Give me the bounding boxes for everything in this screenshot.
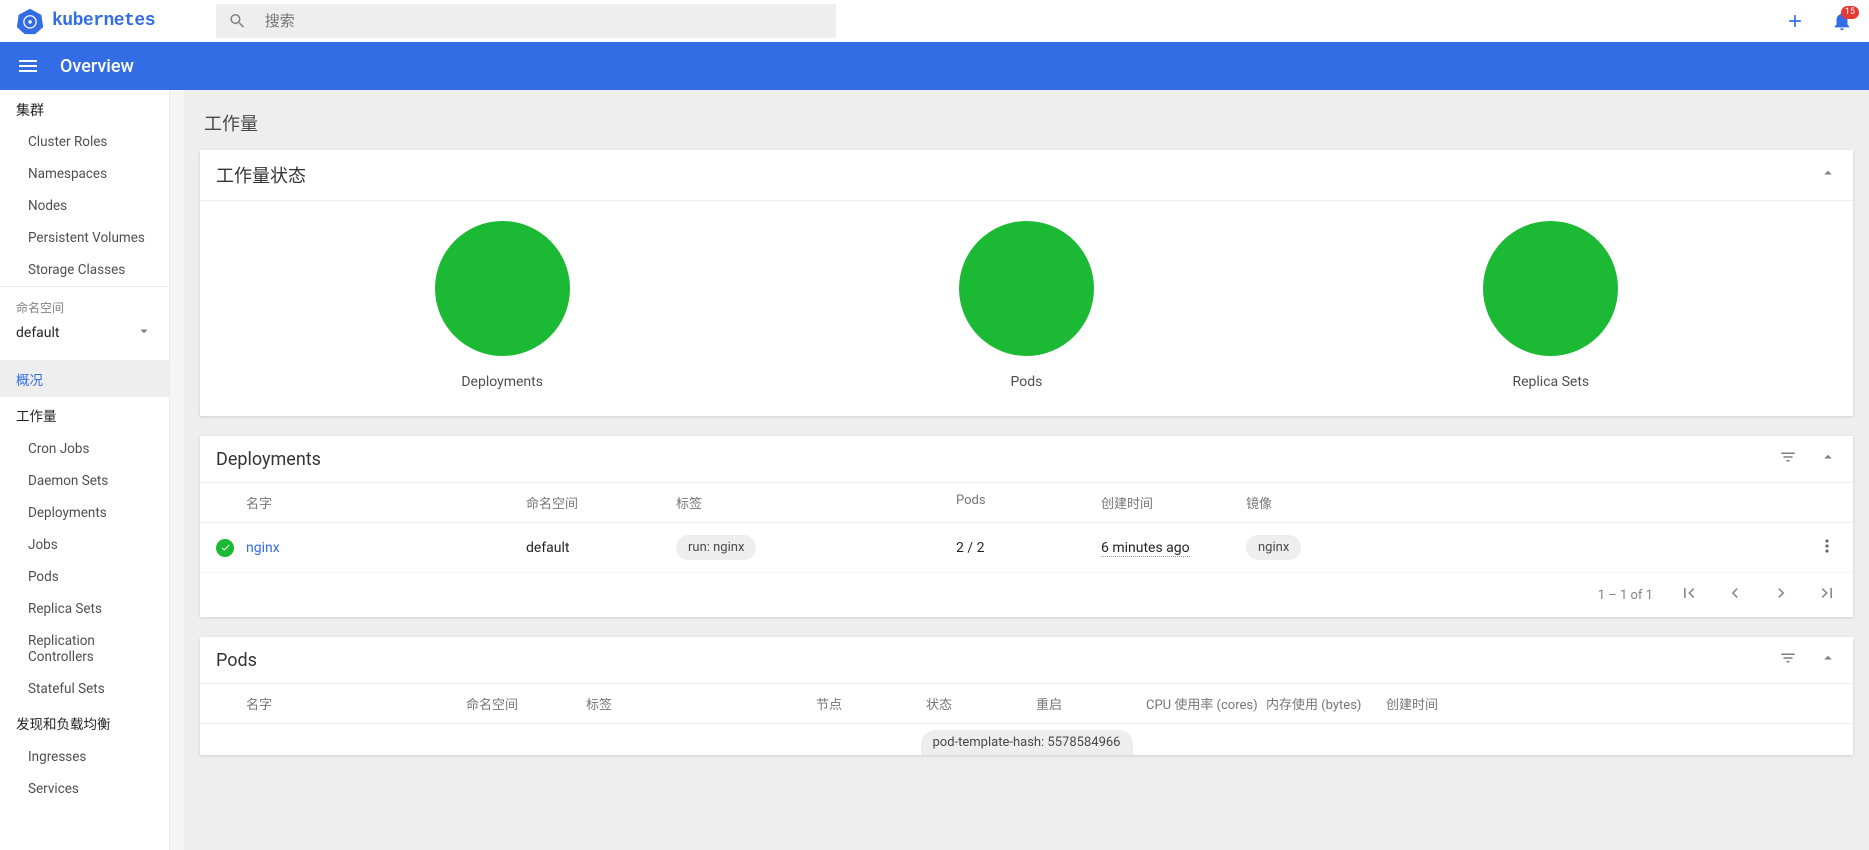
chevron-down-icon	[135, 322, 153, 344]
status-label: Deployments	[461, 374, 543, 390]
cell-pods: 2 / 2	[956, 540, 1101, 556]
col-pods: Pods	[956, 493, 1101, 512]
pods-card: Pods 名字 命名空间 标签 节点 状态 重启 CPU 使用率 (cores)…	[200, 637, 1853, 755]
workload-status-card: 工作量状态 Deployments Pods Replica Sets	[200, 150, 1853, 416]
col-restarts: 重启	[1036, 694, 1146, 713]
sidebar-item-cluster-4[interactable]: Storage Classes	[0, 254, 169, 286]
status-chart-deployments: Deployments	[435, 221, 570, 390]
sidebar-item-discovery-1[interactable]: Services	[0, 773, 169, 805]
collapse-icon[interactable]	[1819, 649, 1837, 671]
pods-table-header: 名字 命名空间 标签 节点 状态 重启 CPU 使用率 (cores) 内存使用…	[200, 684, 1853, 724]
col-labels: 标签	[676, 493, 956, 512]
sidebar-item-cluster-3[interactable]: Persistent Volumes	[0, 222, 169, 254]
collapse-icon[interactable]	[1819, 164, 1837, 186]
search-box[interactable]	[216, 4, 836, 38]
label-chip: run: nginx	[676, 535, 756, 560]
namespace-select[interactable]: default	[0, 318, 169, 354]
col-cpu: CPU 使用率 (cores)	[1146, 694, 1266, 713]
card-title-deployments: Deployments	[216, 449, 1779, 470]
namespace-value: default	[16, 325, 60, 341]
sidebar-head-cluster: 集群	[0, 90, 169, 126]
k8s-logo-icon	[16, 7, 44, 35]
sidebar-item-workload-7[interactable]: Stateful Sets	[0, 673, 169, 705]
sidebar: 集群 Cluster RolesNamespacesNodesPersisten…	[0, 90, 170, 850]
filter-icon[interactable]	[1779, 448, 1797, 470]
deployments-pager: 1 – 1 of 1	[200, 573, 1853, 617]
filter-icon[interactable]	[1779, 649, 1797, 671]
sidebar-item-cluster-0[interactable]: Cluster Roles	[0, 126, 169, 158]
col-status: 状态	[926, 694, 1036, 713]
sidebar-head-workload[interactable]: 工作量	[0, 397, 169, 433]
donut-chart	[1483, 221, 1618, 356]
pager-next-icon[interactable]	[1771, 583, 1791, 607]
sidebar-item-workload-6[interactable]: Replication Controllers	[0, 625, 169, 673]
action-bar: Overview	[0, 42, 1869, 90]
notification-badge: 15	[1841, 6, 1859, 19]
search-input[interactable]	[265, 13, 824, 30]
status-label: Pods	[1011, 374, 1043, 390]
status-chart-pods: Pods	[959, 221, 1094, 390]
donut-chart	[435, 221, 570, 356]
sidebar-scrollbar[interactable]	[170, 90, 184, 850]
page-title: Overview	[60, 56, 134, 77]
col-namespace: 命名空间	[466, 694, 586, 713]
namespace-label: 命名空间	[0, 293, 169, 318]
sidebar-item-workload-5[interactable]: Replica Sets	[0, 593, 169, 625]
cell-created: 6 minutes ago	[1101, 540, 1190, 557]
pager-range: 1 – 1 of 1	[1598, 588, 1653, 603]
sidebar-item-overview[interactable]: 概况	[0, 361, 169, 397]
deployment-link[interactable]: nginx	[246, 540, 280, 556]
sidebar-item-workload-2[interactable]: Deployments	[0, 497, 169, 529]
search-icon	[228, 11, 247, 31]
table-row: pod-template-hash: 5578584966	[200, 724, 1853, 755]
main-content: 工作量 工作量状态 Deployments Pods Replica Sets De…	[184, 90, 1869, 850]
col-node: 节点	[816, 694, 926, 713]
logo[interactable]: kubernetes	[16, 7, 216, 35]
sidebar-item-workload-1[interactable]: Daemon Sets	[0, 465, 169, 497]
status-chart-replica-sets: Replica Sets	[1483, 221, 1618, 390]
sidebar-head-discovery[interactable]: 发现和负载均衡	[0, 705, 169, 741]
pager-last-icon[interactable]	[1817, 583, 1837, 607]
main-heading: 工作量	[204, 110, 1853, 136]
row-menu-button[interactable]	[1807, 536, 1837, 560]
card-title-pods: Pods	[216, 650, 1779, 671]
notifications-button[interactable]: 15	[1831, 10, 1853, 32]
deployments-card: Deployments 名字 命名空间 标签 Pods 创建时间 镜像 ngin…	[200, 436, 1853, 617]
pager-prev-icon[interactable]	[1725, 583, 1745, 607]
menu-toggle-button[interactable]	[16, 54, 40, 78]
deployments-table-header: 名字 命名空间 标签 Pods 创建时间 镜像	[200, 483, 1853, 523]
card-title-status: 工作量状态	[216, 162, 1819, 188]
label-chip: pod-template-hash: 5578584966	[921, 730, 1133, 755]
col-mem: 内存使用 (bytes)	[1266, 694, 1386, 713]
sidebar-item-workload-4[interactable]: Pods	[0, 561, 169, 593]
donut-chart	[959, 221, 1094, 356]
sidebar-item-discovery-0[interactable]: Ingresses	[0, 741, 169, 773]
sidebar-item-workload-0[interactable]: Cron Jobs	[0, 433, 169, 465]
col-namespace: 命名空间	[526, 493, 676, 512]
pager-first-icon[interactable]	[1679, 583, 1699, 607]
image-chip: nginx	[1246, 535, 1301, 560]
col-name: 名字	[246, 493, 526, 512]
sidebar-item-cluster-1[interactable]: Namespaces	[0, 158, 169, 190]
topbar: kubernetes 15	[0, 0, 1869, 42]
table-row: nginx defaultrun: nginx 2 / 26 minutes ago…	[200, 523, 1853, 573]
create-button[interactable]	[1785, 11, 1805, 31]
status-label: Replica Sets	[1512, 374, 1589, 390]
col-created: 创建时间	[1101, 493, 1246, 512]
col-name: 名字	[246, 694, 466, 713]
collapse-icon[interactable]	[1819, 448, 1837, 470]
sidebar-item-workload-3[interactable]: Jobs	[0, 529, 169, 561]
logo-text: kubernetes	[52, 11, 155, 31]
cell-namespace: default	[526, 540, 676, 556]
col-created: 创建时间	[1386, 694, 1837, 713]
col-images: 镜像	[1246, 493, 1807, 512]
sidebar-item-cluster-2[interactable]: Nodes	[0, 190, 169, 222]
status-ok-icon	[216, 539, 234, 557]
col-labels: 标签	[586, 694, 816, 713]
